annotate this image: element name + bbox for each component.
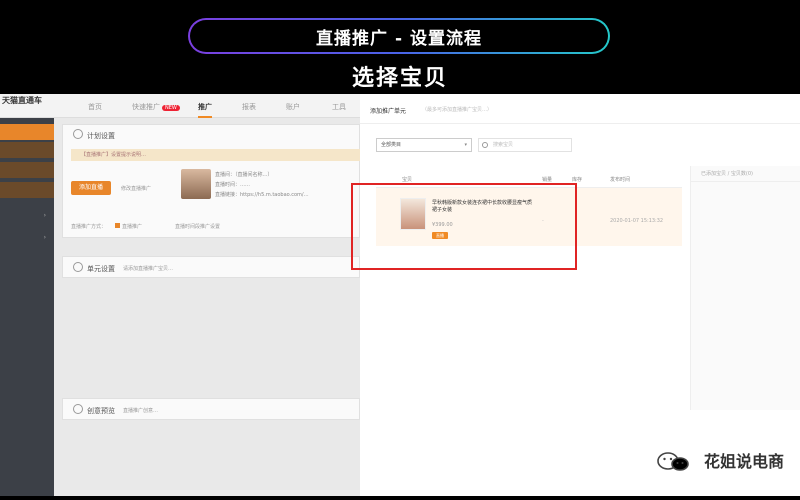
modal-header: 添加推广单元 （最多可添加直播推广宝贝…）: [360, 94, 800, 124]
title-banner: 直播推广 - 设置流程: [188, 18, 610, 54]
banner-title: 直播推广 - 设置流程: [190, 20, 608, 52]
warning-bar: 【直播推广】设置提示说明…: [71, 149, 361, 161]
nav-promotion[interactable]: 推广: [198, 102, 212, 118]
app-logo[interactable]: 天猫直通车: [2, 96, 42, 105]
sidebar-item[interactable]: ›: [0, 230, 54, 246]
nav-label: 快速推广: [132, 103, 160, 111]
card-title: 计划设置: [87, 132, 115, 140]
sidebar-item[interactable]: [0, 162, 54, 178]
category-select[interactable]: 全部类目 ▾: [376, 138, 472, 152]
logo-text: 天猫直通车: [2, 96, 42, 105]
modal-title: 添加推广单元: [370, 108, 407, 115]
screenshot-area: 天猫直通车 首页 快速推广 NEW 推广 报表 账户 工具 › › 计划设置 【…: [0, 94, 800, 496]
card-title: 创意预览: [87, 407, 115, 415]
option-radio[interactable]: 直播时间段推广设置: [175, 223, 220, 230]
add-live-button[interactable]: 添加直播: [71, 181, 111, 195]
live-cover-image: [181, 169, 211, 199]
card-title: 单元设置: [87, 265, 115, 273]
selected-items-pane: 已添加宝贝 / 宝贝数(0): [690, 166, 800, 410]
column-header: 销量: [542, 177, 553, 183]
plan-settings-card: 计划设置 【直播推广】设置提示说明… 添加直播 修改直播推广 直播间：（直播间名…: [62, 124, 361, 238]
sidebar: › ›: [0, 118, 54, 496]
info-line: 直播链接：https://h5.m.taobao.com/…: [215, 192, 309, 198]
edit-live-link[interactable]: 修改直播推广: [121, 185, 151, 192]
item-publish-date: 2020-01-07 15:13:32: [610, 218, 664, 224]
selected-items-header: 已添加宝贝 / 宝贝数(0): [691, 166, 800, 182]
search-placeholder: 搜索宝贝: [493, 142, 514, 148]
sidebar-item[interactable]: [0, 182, 54, 198]
chevron-right-icon: ›: [43, 234, 46, 241]
unit-icon: [73, 262, 83, 272]
main-content: 计划设置 【直播推广】设置提示说明… 添加直播 修改直播推广 直播间：（直播间名…: [54, 118, 361, 496]
nav-tools[interactable]: 工具: [332, 102, 346, 112]
card-hint: 请添加直播推广宝贝…: [123, 266, 174, 272]
info-line: 直播间：（直播间名称…）: [215, 172, 273, 178]
unit-settings-card: 单元设置 请添加直播推广宝贝…: [62, 256, 360, 278]
add-unit-modal: 添加推广单元 （最多可添加直播推广宝贝…） 全部类目 ▾ 搜索宝贝 宝贝 销量 …: [360, 94, 800, 496]
chevron-right-icon: ›: [43, 212, 46, 219]
campaign-settings-page: 天猫直通车 首页 快速推广 NEW 推广 报表 账户 工具 › › 计划设置 【…: [0, 94, 361, 496]
search-icon: [482, 142, 488, 148]
radio-checked-icon: [115, 223, 120, 228]
nav-reports[interactable]: 报表: [242, 102, 256, 112]
settings-icon: [73, 129, 83, 139]
top-nav: 天猫直通车 首页 快速推广 NEW 推广 报表 账户 工具: [0, 94, 360, 118]
nav-quick-promotion[interactable]: 快速推广 NEW: [132, 102, 180, 112]
banner-subtitle: 选择宝贝: [351, 66, 448, 91]
nav-home[interactable]: 首页: [88, 102, 102, 112]
root: 直播推广 - 设置流程 选择宝贝 天猫直通车 首页 快速推广 NEW 推广 报表 …: [0, 0, 800, 500]
card-hint: 直播推广创意…: [123, 408, 159, 414]
sidebar-item-active[interactable]: [0, 124, 54, 140]
option-radio-label: 直播推广: [122, 224, 143, 230]
bulb-icon: [73, 404, 83, 414]
chevron-down-icon: ▾: [464, 142, 467, 148]
wechat-icon: [657, 452, 689, 471]
info-line: 直播时间：……: [215, 182, 251, 188]
column-header: 宝贝: [402, 177, 413, 183]
option-radio[interactable]: 直播推广: [115, 223, 142, 230]
modal-hint: （最多可添加直播推广宝贝…）: [422, 107, 493, 113]
highlight-frame: [351, 183, 577, 270]
column-header: 库存: [572, 177, 583, 183]
creative-card: 创意预览 直播推广创意…: [62, 398, 360, 420]
item-search-input[interactable]: 搜索宝贝: [478, 138, 572, 152]
nav-account[interactable]: 账户: [286, 102, 300, 112]
watermark-text: 花姐说电商: [704, 452, 785, 471]
option-label: 直播推广方式：: [71, 224, 107, 230]
sidebar-item[interactable]: [0, 142, 54, 158]
category-select-value: 全部类目: [381, 142, 402, 148]
new-badge: NEW: [162, 105, 180, 111]
column-header: 发布时间: [610, 177, 631, 183]
sidebar-item[interactable]: ›: [0, 208, 54, 224]
